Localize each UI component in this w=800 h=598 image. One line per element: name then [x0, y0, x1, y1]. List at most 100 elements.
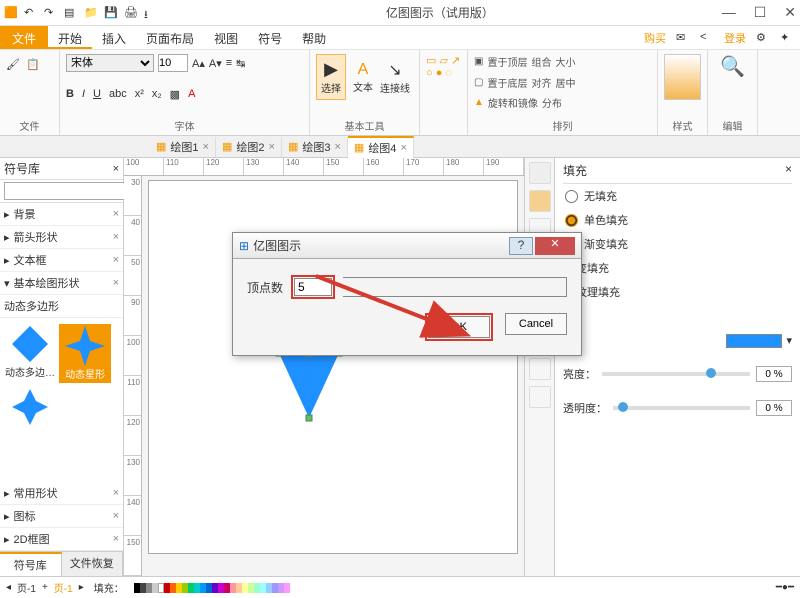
increase-font-icon[interactable]: A▴: [192, 57, 205, 70]
minimize-icon[interactable]: —: [722, 4, 736, 21]
rotate-icon[interactable]: ▲: [474, 97, 484, 108]
shape-polygon[interactable]: 动态多边…: [4, 324, 56, 379]
brightness-slider[interactable]: [602, 372, 750, 376]
gear-icon[interactable]: ⚙: [756, 31, 770, 45]
file-menu[interactable]: 文件: [0, 26, 48, 49]
close-tab-icon[interactable]: ×: [203, 141, 209, 153]
status-bar: ◂ 页-1 + 页-1 ▸ 填充： ━●━: [0, 576, 800, 598]
export-icon[interactable]: ⭳: [144, 6, 158, 20]
fill-tool-icon[interactable]: [529, 162, 551, 184]
paste-icon[interactable]: 📋: [26, 58, 40, 71]
indent-icon[interactable]: ↹: [236, 57, 245, 70]
doc-tab[interactable]: ▦绘图3×: [282, 137, 348, 157]
close-tab-icon[interactable]: ×: [400, 142, 406, 154]
next-page-icon[interactable]: ▸: [79, 582, 84, 593]
brightness-value[interactable]: [756, 366, 792, 382]
canvas[interactable]: 100110120130140150160170180190 304050901…: [124, 158, 524, 576]
shape-star4[interactable]: [4, 387, 56, 427]
strike-button[interactable]: abc: [109, 88, 127, 100]
font-color-icon[interactable]: A: [188, 88, 195, 100]
highlight-icon[interactable]: ▩: [170, 88, 180, 101]
share-icon[interactable]: <: [700, 31, 714, 45]
tab-view[interactable]: 视图: [204, 26, 248, 49]
redo-icon[interactable]: ↷: [44, 6, 58, 20]
fill-none[interactable]: 无填充: [563, 184, 792, 208]
prev-page-icon[interactable]: ◂: [6, 582, 11, 593]
footer-tab-recovery[interactable]: 文件恢复: [62, 552, 124, 576]
fill-pattern[interactable]: 斩变填充: [563, 256, 792, 280]
zoom-slider-icon[interactable]: ━●━: [776, 582, 794, 593]
vertex-count-dialog: ⊞ 亿图图示 ? ✕ 顶点数 OK Cancel: [232, 232, 582, 356]
dialog-help-icon[interactable]: ?: [509, 237, 533, 255]
buy-link[interactable]: 购买: [644, 30, 666, 46]
doc-tab-active[interactable]: ▦绘图4×: [348, 136, 414, 158]
print-icon[interactable]: 🖨: [124, 6, 138, 20]
close-panel-icon[interactable]: ×: [785, 162, 792, 179]
ok-button[interactable]: OK: [428, 316, 490, 338]
link-tool-icon[interactable]: [529, 386, 551, 408]
tab-insert[interactable]: 插入: [92, 26, 136, 49]
save-icon[interactable]: 💾: [104, 6, 118, 20]
new-icon[interactable]: ▤: [64, 6, 78, 20]
select-tool[interactable]: ▶选择: [316, 54, 346, 100]
category-item[interactable]: ▸ 文本框×: [0, 249, 123, 272]
category-item[interactable]: ▸ 图标×: [0, 505, 123, 528]
fill-color-swatch[interactable]: [726, 334, 782, 348]
tab-help[interactable]: 帮助: [292, 26, 336, 49]
list-icon[interactable]: ≡: [226, 57, 232, 69]
open-icon[interactable]: 📁: [84, 6, 98, 20]
doc-tab[interactable]: ▦绘图2×: [216, 137, 282, 157]
fill-gradient[interactable]: 渐变填充: [563, 232, 792, 256]
tab-layout[interactable]: 页面布局: [136, 26, 204, 49]
font-size-input[interactable]: [158, 54, 188, 72]
opacity-value[interactable]: [756, 400, 792, 416]
app-color-icon[interactable]: ✦: [780, 31, 794, 45]
bring-front-icon[interactable]: ▣: [474, 56, 483, 67]
fill-texture[interactable]: 纹纹理填充: [563, 280, 792, 304]
close-tab-icon[interactable]: ×: [334, 141, 340, 153]
opacity-slider[interactable]: [613, 406, 750, 410]
decrease-font-icon[interactable]: A▾: [209, 57, 222, 70]
cancel-button[interactable]: Cancel: [505, 313, 567, 335]
font-family-select[interactable]: 宋体: [66, 54, 154, 72]
vertex-input-extent[interactable]: [343, 277, 567, 297]
close-tab-icon[interactable]: ×: [269, 141, 275, 153]
underline-button[interactable]: U: [93, 88, 101, 100]
comment-tool-icon[interactable]: [529, 358, 551, 380]
category-item[interactable]: ▸ 背景×: [0, 203, 123, 226]
ribbon-group-arrange: 排列: [474, 116, 651, 133]
format-painter-icon[interactable]: 🖌: [6, 58, 20, 71]
page-tab[interactable]: 页-1: [17, 580, 36, 595]
text-tool[interactable]: A文本: [348, 54, 378, 100]
menu-bar: 文件 开始 插入 页面布局 视图 符号 帮助 购买 ✉ < 登录 ⚙ ✦: [0, 26, 800, 50]
shape-star-selected[interactable]: 动态星形: [59, 324, 111, 383]
super-button[interactable]: x²: [135, 88, 144, 100]
category-item[interactable]: ▾ 基本绘图形状×: [0, 272, 123, 295]
italic-button[interactable]: I: [82, 88, 85, 100]
category-item[interactable]: ▸ 箭头形状×: [0, 226, 123, 249]
category-item[interactable]: ▸ 2D框图×: [0, 528, 123, 551]
dialog-close-icon[interactable]: ✕: [535, 237, 575, 255]
color-tool-icon[interactable]: [529, 190, 551, 212]
color-palette-strip[interactable]: [134, 583, 290, 593]
undo-icon[interactable]: ↶: [24, 6, 38, 20]
vertex-input[interactable]: [294, 278, 332, 296]
doc-tab[interactable]: ▦绘图1×: [150, 137, 216, 157]
tab-symbol[interactable]: 符号: [248, 26, 292, 49]
fill-solid[interactable]: 单色填充: [563, 208, 792, 232]
bold-button[interactable]: B: [66, 88, 74, 100]
send-back-icon[interactable]: ▢: [474, 77, 483, 88]
maximize-icon[interactable]: ☐: [754, 4, 767, 21]
login-link[interactable]: 登录: [724, 30, 746, 46]
page-tab-active[interactable]: 页-1: [54, 580, 73, 595]
footer-tab-library[interactable]: 符号库: [0, 552, 62, 576]
close-panel-icon[interactable]: ×: [113, 163, 119, 175]
category-item[interactable]: ▸ 常用形状×: [0, 482, 123, 505]
sub-button[interactable]: x₂: [152, 88, 162, 100]
mail-icon[interactable]: ✉: [676, 31, 690, 45]
close-icon[interactable]: ✕: [784, 4, 796, 21]
panel-title: 符号库: [4, 160, 40, 177]
triangle-shape[interactable]: [274, 348, 344, 428]
tab-start[interactable]: 开始: [48, 26, 92, 49]
connector-tool[interactable]: ↘连接线: [380, 54, 410, 100]
